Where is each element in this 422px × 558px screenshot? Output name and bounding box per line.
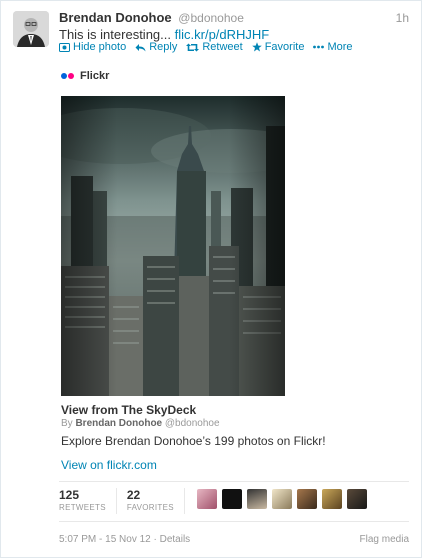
byline-name[interactable]: Brendan Donohoe (75, 418, 162, 429)
tweet-actions: Hide photo Reply Retweet Favorite More (59, 41, 353, 53)
favoriter-avatar[interactable] (221, 489, 242, 509)
reply-button[interactable]: Reply (135, 41, 177, 53)
view-on-flickr-link[interactable]: View on flickr.com (61, 458, 157, 472)
card-byline: By Brendan Donohoe @bdonohoe (61, 418, 220, 429)
favorites-stat[interactable]: 22 FAVORITES (127, 488, 185, 514)
media-provider: Flickr (61, 70, 109, 82)
author-full-name[interactable]: Brendan Donohoe (59, 10, 172, 25)
retweets-label: RETWEETS (59, 503, 106, 512)
retweet-icon (186, 43, 200, 51)
retweet-button[interactable]: Retweet (186, 41, 243, 53)
tweet-timestamp[interactable]: 1h (396, 11, 409, 25)
card-title[interactable]: View from The SkyDeck (61, 403, 196, 417)
favoriter-avatar[interactable] (196, 489, 217, 509)
tweet-footer: 5:07 PM - 15 Nov 12 · Details Flag media (59, 534, 409, 545)
favoriter-avatar[interactable] (346, 489, 367, 509)
tweet-text-body: This is interesting... (59, 27, 171, 42)
favorites-label: FAVORITES (126, 503, 174, 512)
tweet-meta[interactable]: 5:07 PM - 15 Nov 12 · Details (59, 534, 190, 545)
embedded-photo[interactable] (61, 96, 285, 396)
photo-icon (59, 42, 70, 52)
reply-label: Reply (149, 41, 178, 53)
hide-photo-label: Hide photo (73, 41, 127, 53)
divider (59, 521, 409, 522)
favoriter-avatar[interactable] (296, 489, 317, 509)
tweet-text: This is interesting... flic.kr/p/dRHJHF (59, 27, 269, 42)
reply-icon (135, 43, 146, 51)
favoriter-avatar[interactable] (246, 489, 267, 509)
author-username[interactable]: @bdonohoe (178, 11, 244, 25)
provider-name[interactable]: Flickr (80, 70, 109, 82)
card-description: Explore Brendan Donohoe’s 199 photos on … (61, 434, 326, 448)
favoriters-avatars (196, 489, 367, 509)
retweets-count: 125 (59, 488, 80, 502)
divider (59, 481, 409, 482)
favoriter-avatar[interactable] (271, 489, 292, 509)
tweet-header: Brendan Donohoe @bdonohoe 1h (59, 10, 409, 26)
tweet-stats: 125 RETWEETS 22 FAVORITES (59, 488, 367, 518)
byline-prefix: By (61, 418, 73, 429)
star-icon (251, 42, 262, 52)
favorite-label: Favorite (264, 41, 305, 53)
favoriter-avatar[interactable] (321, 489, 342, 509)
favorites-count: 22 (126, 488, 141, 502)
tweet-card: Brendan Donohoe @bdonohoe 1h This is int… (0, 0, 422, 558)
flag-media-link[interactable]: Flag media (360, 534, 409, 545)
more-button[interactable]: More (313, 41, 353, 53)
byline-username[interactable]: @bdonohoe (165, 418, 220, 429)
more-label: More (327, 41, 353, 53)
retweets-stat[interactable]: 125 RETWEETS (59, 488, 117, 514)
tweet-link[interactable]: flic.kr/p/dRHJHF (175, 27, 270, 42)
more-dots-icon (313, 45, 325, 49)
author-avatar[interactable] (13, 11, 49, 47)
hide-photo-button[interactable]: Hide photo (59, 41, 126, 53)
retweet-label: Retweet (202, 41, 243, 53)
flickr-logo-icon (61, 73, 74, 79)
favorite-button[interactable]: Favorite (251, 41, 305, 53)
